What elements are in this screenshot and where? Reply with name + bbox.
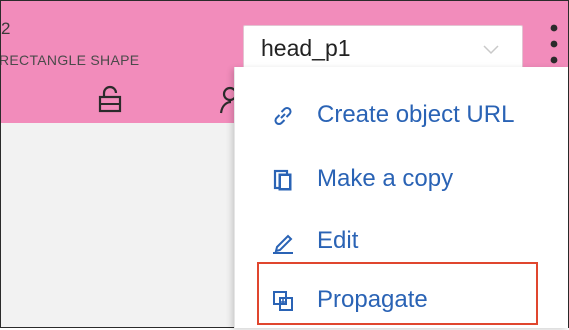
object-type-label: RECTANGLE SHAPE [0, 52, 140, 68]
copy-icon [273, 169, 292, 191]
context-menu: Create object URL Make a copy Edit Propa… [234, 67, 568, 328]
menu-item-label: Propagate [317, 286, 428, 313]
menu-item-edit[interactable]: Edit [235, 215, 568, 271]
menu-item-label: Edit [317, 227, 359, 254]
pencil-icon [273, 234, 293, 254]
menu-item-create-object-url[interactable]: Create object URL [235, 89, 568, 145]
link-icon [274, 106, 292, 126]
chevron-down-icon [483, 45, 499, 55]
template-select-value: head_p1 [261, 35, 351, 61]
menu-item-label: Create object URL [317, 101, 515, 128]
object-number: 2 [1, 19, 11, 38]
lock-icon[interactable] [97, 84, 123, 114]
menu-item-propagate[interactable]: Propagate [235, 274, 568, 330]
menu-item-make-a-copy[interactable]: Make a copy [235, 153, 568, 209]
menu-item-label: Make a copy [317, 165, 454, 192]
propagate-icon [273, 291, 293, 311]
